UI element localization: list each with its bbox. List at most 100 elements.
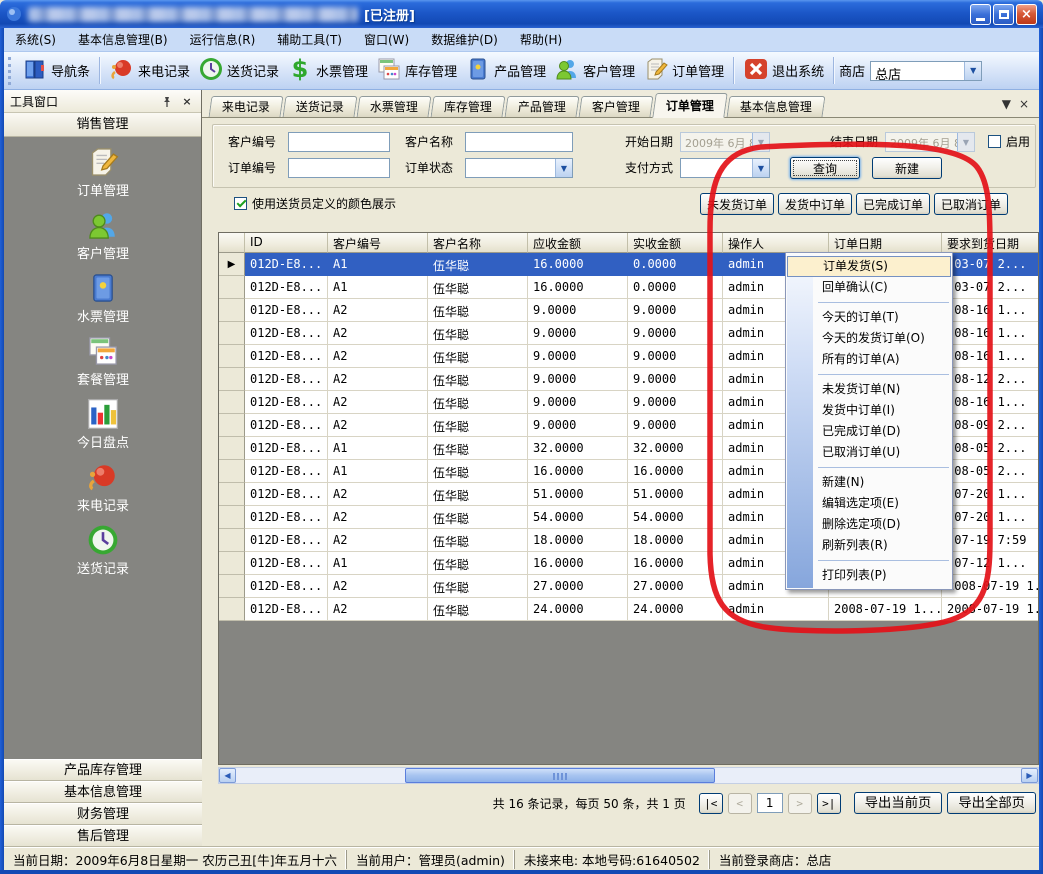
menu-data-maintenance[interactable]: 数据维护(D) [420,27,509,52]
toolbar-delivery-records-button[interactable]: 送货记录 [194,54,283,88]
row-selector-cell[interactable] [219,552,245,575]
context-menu-shipping-orders[interactable]: 发货中订单(I) [786,400,952,421]
column-header[interactable]: 客户名称 [428,233,528,253]
sidebar-item-packages[interactable]: 套餐管理 [4,332,202,394]
tab-delivery-records[interactable]: 送货记录 [283,96,358,117]
menu-window[interactable]: 窗口(W) [353,27,420,52]
sidebar-item-customers[interactable]: 客户管理 [4,206,202,268]
sidebar-section-after-sales[interactable]: 售后管理 [4,825,202,847]
toolbar-inventory-button[interactable]: 库存管理 [372,54,461,88]
column-header[interactable]: 操作人 [723,233,829,253]
prev-page-button[interactable]: < [728,793,752,814]
toolbar-incoming-calls-button[interactable]: 来电记录 [105,54,194,88]
order-status-select[interactable]: ▼ [465,158,573,178]
column-header[interactable]: 应收金额 [528,233,628,253]
context-menu-all-orders[interactable]: 所有的订单(A) [786,349,952,370]
last-page-button[interactable]: >| [817,793,841,814]
context-menu-completed-orders[interactable]: 已完成订单(D) [786,421,952,442]
sidebar-section-sales[interactable]: 销售管理 [4,113,201,137]
customer-no-input[interactable] [288,132,390,152]
scroll-right-icon[interactable]: ▶ [1021,768,1038,783]
pin-icon[interactable] [159,94,175,109]
row-selector-cell[interactable] [219,391,245,414]
context-menu-today-orders[interactable]: 今天的订单(T) [786,307,952,328]
row-selector-cell[interactable] [219,299,245,322]
delivery-color-checkbox[interactable] [234,197,247,210]
sidebar-section-product-inventory[interactable]: 产品库存管理 [4,759,202,781]
sidebar-item-delivery-records[interactable]: 送货记录 [4,521,202,583]
context-menu-edit-selected[interactable]: 编辑选定项(E) [786,493,952,514]
row-selector-cell[interactable] [219,437,245,460]
row-selector-cell[interactable] [219,345,245,368]
toolbar-water-tickets-button[interactable]: $水票管理 [283,54,372,88]
context-menu-unshipped-orders[interactable]: 未发货订单(N) [786,379,952,400]
new-button[interactable]: 新建 [872,157,942,179]
unshipped-orders-button[interactable]: 未发货订单 [700,193,774,215]
context-menu-confirm-receipt[interactable]: 回单确认(C) [786,277,952,298]
column-header[interactable]: 订单日期 [829,233,942,253]
context-menu-print-list[interactable]: 打印列表(P) [786,565,952,586]
sidebar-item-today-stocktake[interactable]: 今日盘点 [4,395,202,457]
scroll-left-icon[interactable]: ◀ [219,768,236,783]
shop-select[interactable]: 总店▼ [870,61,982,81]
context-menu-cancelled-orders[interactable]: 已取消订单(U) [786,442,952,463]
row-selector-cell[interactable] [219,322,245,345]
toolbar-exit-system-button[interactable]: 退出系统 [739,54,828,88]
sidebar-section-finance[interactable]: 财务管理 [4,803,202,825]
sidebar-item-water-tickets[interactable]: 水票管理 [4,269,202,331]
scrollbar-thumb[interactable] [405,768,715,783]
context-menu-refresh-list[interactable]: 刷新列表(R) [786,535,952,556]
row-selector-cell[interactable] [219,460,245,483]
next-page-button[interactable]: > [788,793,812,814]
table-row[interactable]: 012D-E8...A2伍华聪24.000024.0000admin2008-0… [219,598,1038,621]
sidebar-item-incoming-calls[interactable]: 来电记录 [4,458,202,520]
query-button[interactable]: 查询 [790,157,860,179]
close-panel-icon[interactable]: × [179,94,195,109]
column-header[interactable]: 实收金额 [628,233,723,253]
page-number-input[interactable] [757,793,783,813]
context-menu-ship-order[interactable]: 订单发货(S) [787,256,951,277]
customer-name-input[interactable] [465,132,573,152]
sidebar-item-orders[interactable]: 订单管理 [4,143,202,205]
tab-orders[interactable]: 订单管理 [652,93,728,118]
tab-customers[interactable]: 客户管理 [579,96,654,117]
shipping-orders-button[interactable]: 发货中订单 [778,193,852,215]
row-selector-cell[interactable] [219,598,245,621]
row-selector-cell[interactable] [219,483,245,506]
row-selector-cell[interactable] [219,414,245,437]
row-selector-cell[interactable] [219,368,245,391]
first-page-button[interactable]: |< [699,793,723,814]
close-button[interactable]: × [1016,4,1037,25]
row-selector-cell[interactable] [219,575,245,598]
enable-checkbox[interactable] [988,135,1001,148]
end-date-picker[interactable]: 2009年 6月 8日 ▼ [885,132,975,152]
menu-basic-info[interactable]: 基本信息管理(B) [67,27,179,52]
toolbar-orders-button[interactable]: 订单管理 [639,54,728,88]
row-selector-cell[interactable] [219,276,245,299]
tab-incoming-calls[interactable]: 来电记录 [209,96,284,117]
sidebar-section-basic-info[interactable]: 基本信息管理 [4,781,202,803]
context-menu-delete-selected[interactable]: 删除选定项(D) [786,514,952,535]
menu-system[interactable]: 系统(S) [4,27,67,52]
menu-tools[interactable]: 辅助工具(T) [266,27,353,52]
menu-runtime-info[interactable]: 运行信息(R) [179,27,267,52]
completed-orders-button[interactable]: 已完成订单 [856,193,930,215]
horizontal-scrollbar[interactable]: ◀ ▶ [218,767,1039,784]
row-selector-cell[interactable] [219,529,245,552]
tab-products[interactable]: 产品管理 [505,96,580,117]
tab-close-icon[interactable]: × [1019,97,1029,111]
tab-scroll-down-icon[interactable]: ▼ [1002,97,1011,111]
context-menu-new[interactable]: 新建(N) [786,472,952,493]
tab-basic-info[interactable]: 基本信息管理 [727,96,826,117]
export-all-pages-button[interactable]: 导出全部页 [947,792,1036,814]
column-header[interactable]: 客户编号 [328,233,428,253]
row-selector-cell[interactable]: ▶ [219,253,245,276]
order-no-input[interactable] [288,158,390,178]
context-menu-today-shipped-orders[interactable]: 今天的发货订单(O) [786,328,952,349]
toolbar-grip[interactable] [8,57,14,85]
start-date-picker[interactable]: 2009年 6月 8日 ▼ [680,132,770,152]
toolbar-products-button[interactable]: 产品管理 [461,54,550,88]
tab-inventory[interactable]: 库存管理 [431,96,506,117]
maximize-button[interactable] [993,4,1014,25]
minimize-button[interactable] [970,4,991,25]
